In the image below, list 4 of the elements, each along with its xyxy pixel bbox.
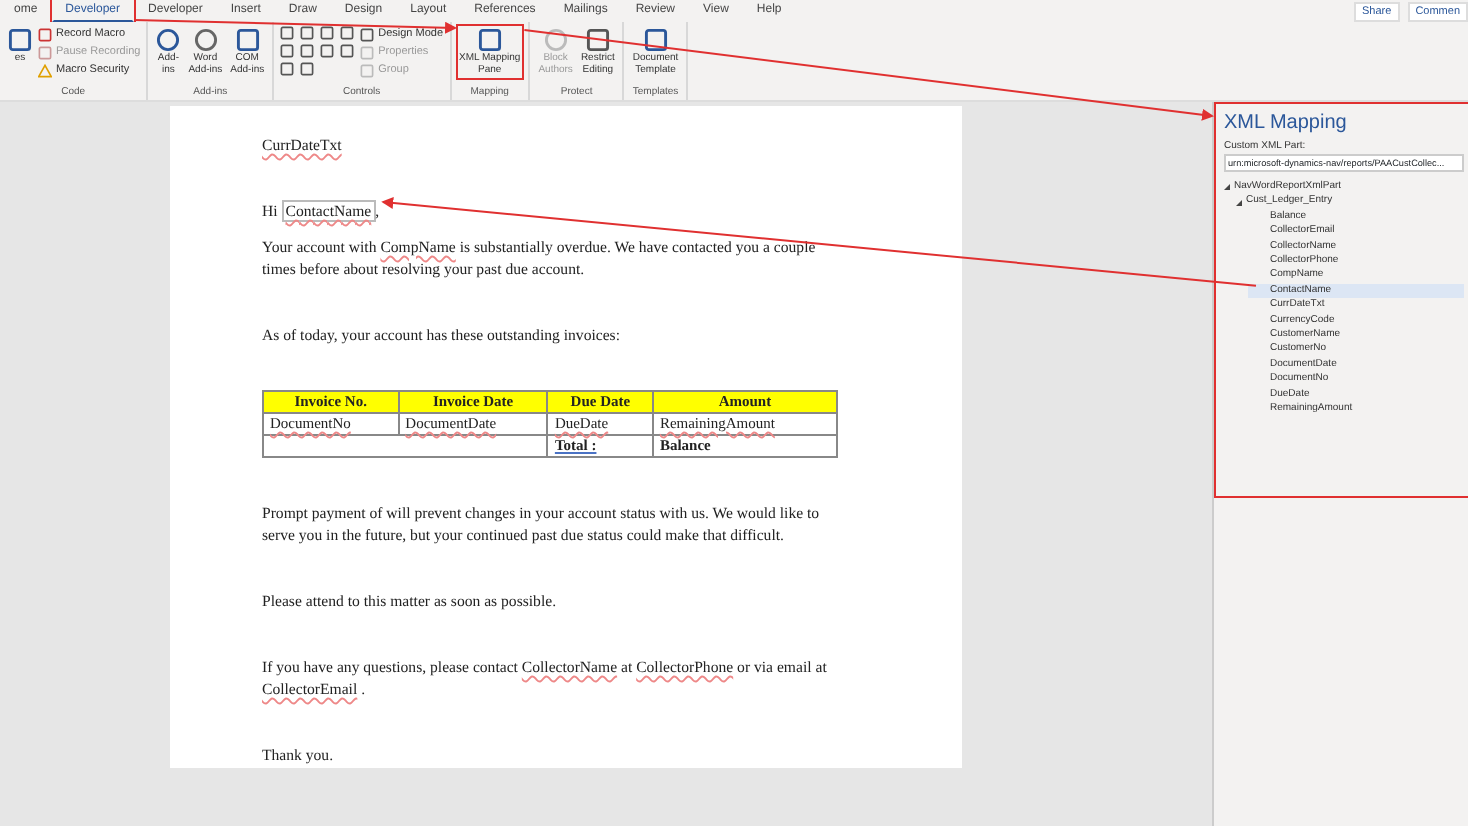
expanded-icon[interactable]: [1224, 184, 1230, 191]
expanded-icon[interactable]: [1236, 199, 1242, 206]
pane-title: XML Mapping: [1224, 110, 1349, 136]
warning-icon: [38, 64, 52, 78]
